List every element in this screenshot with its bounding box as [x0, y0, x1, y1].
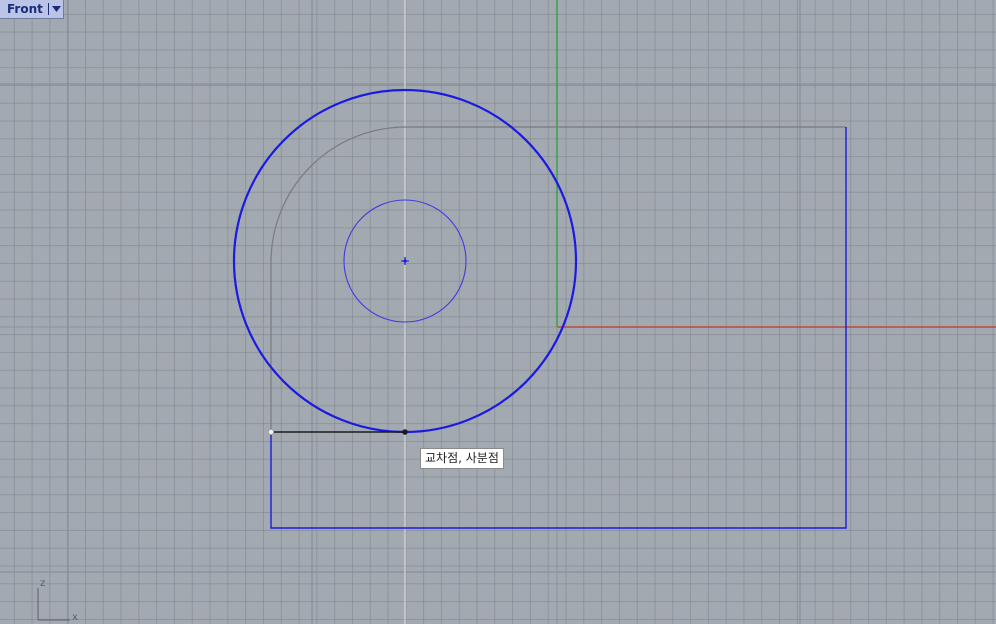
circle-center-point[interactable]	[403, 259, 407, 263]
osnap-tooltip: 교차점, 사분점	[420, 448, 504, 469]
fillet-profile-curve[interactable]	[270, 126, 846, 432]
viewport-drawing[interactable]	[0, 0, 996, 624]
axis-z-label: z	[40, 578, 46, 589]
line-start-point[interactable]	[267, 428, 274, 435]
front-viewport[interactable]: Front 교차점, 사분점 z x	[0, 0, 996, 624]
viewport-title-label[interactable]: Front	[0, 0, 47, 18]
axis-indicator: z x	[34, 574, 86, 624]
tab-divider	[47, 3, 49, 15]
viewport-title-tab[interactable]: Front	[0, 0, 64, 19]
snap-point-marker[interactable]	[402, 429, 408, 435]
axis-x-label: x	[72, 612, 78, 623]
triangle-down-icon[interactable]	[50, 0, 63, 18]
